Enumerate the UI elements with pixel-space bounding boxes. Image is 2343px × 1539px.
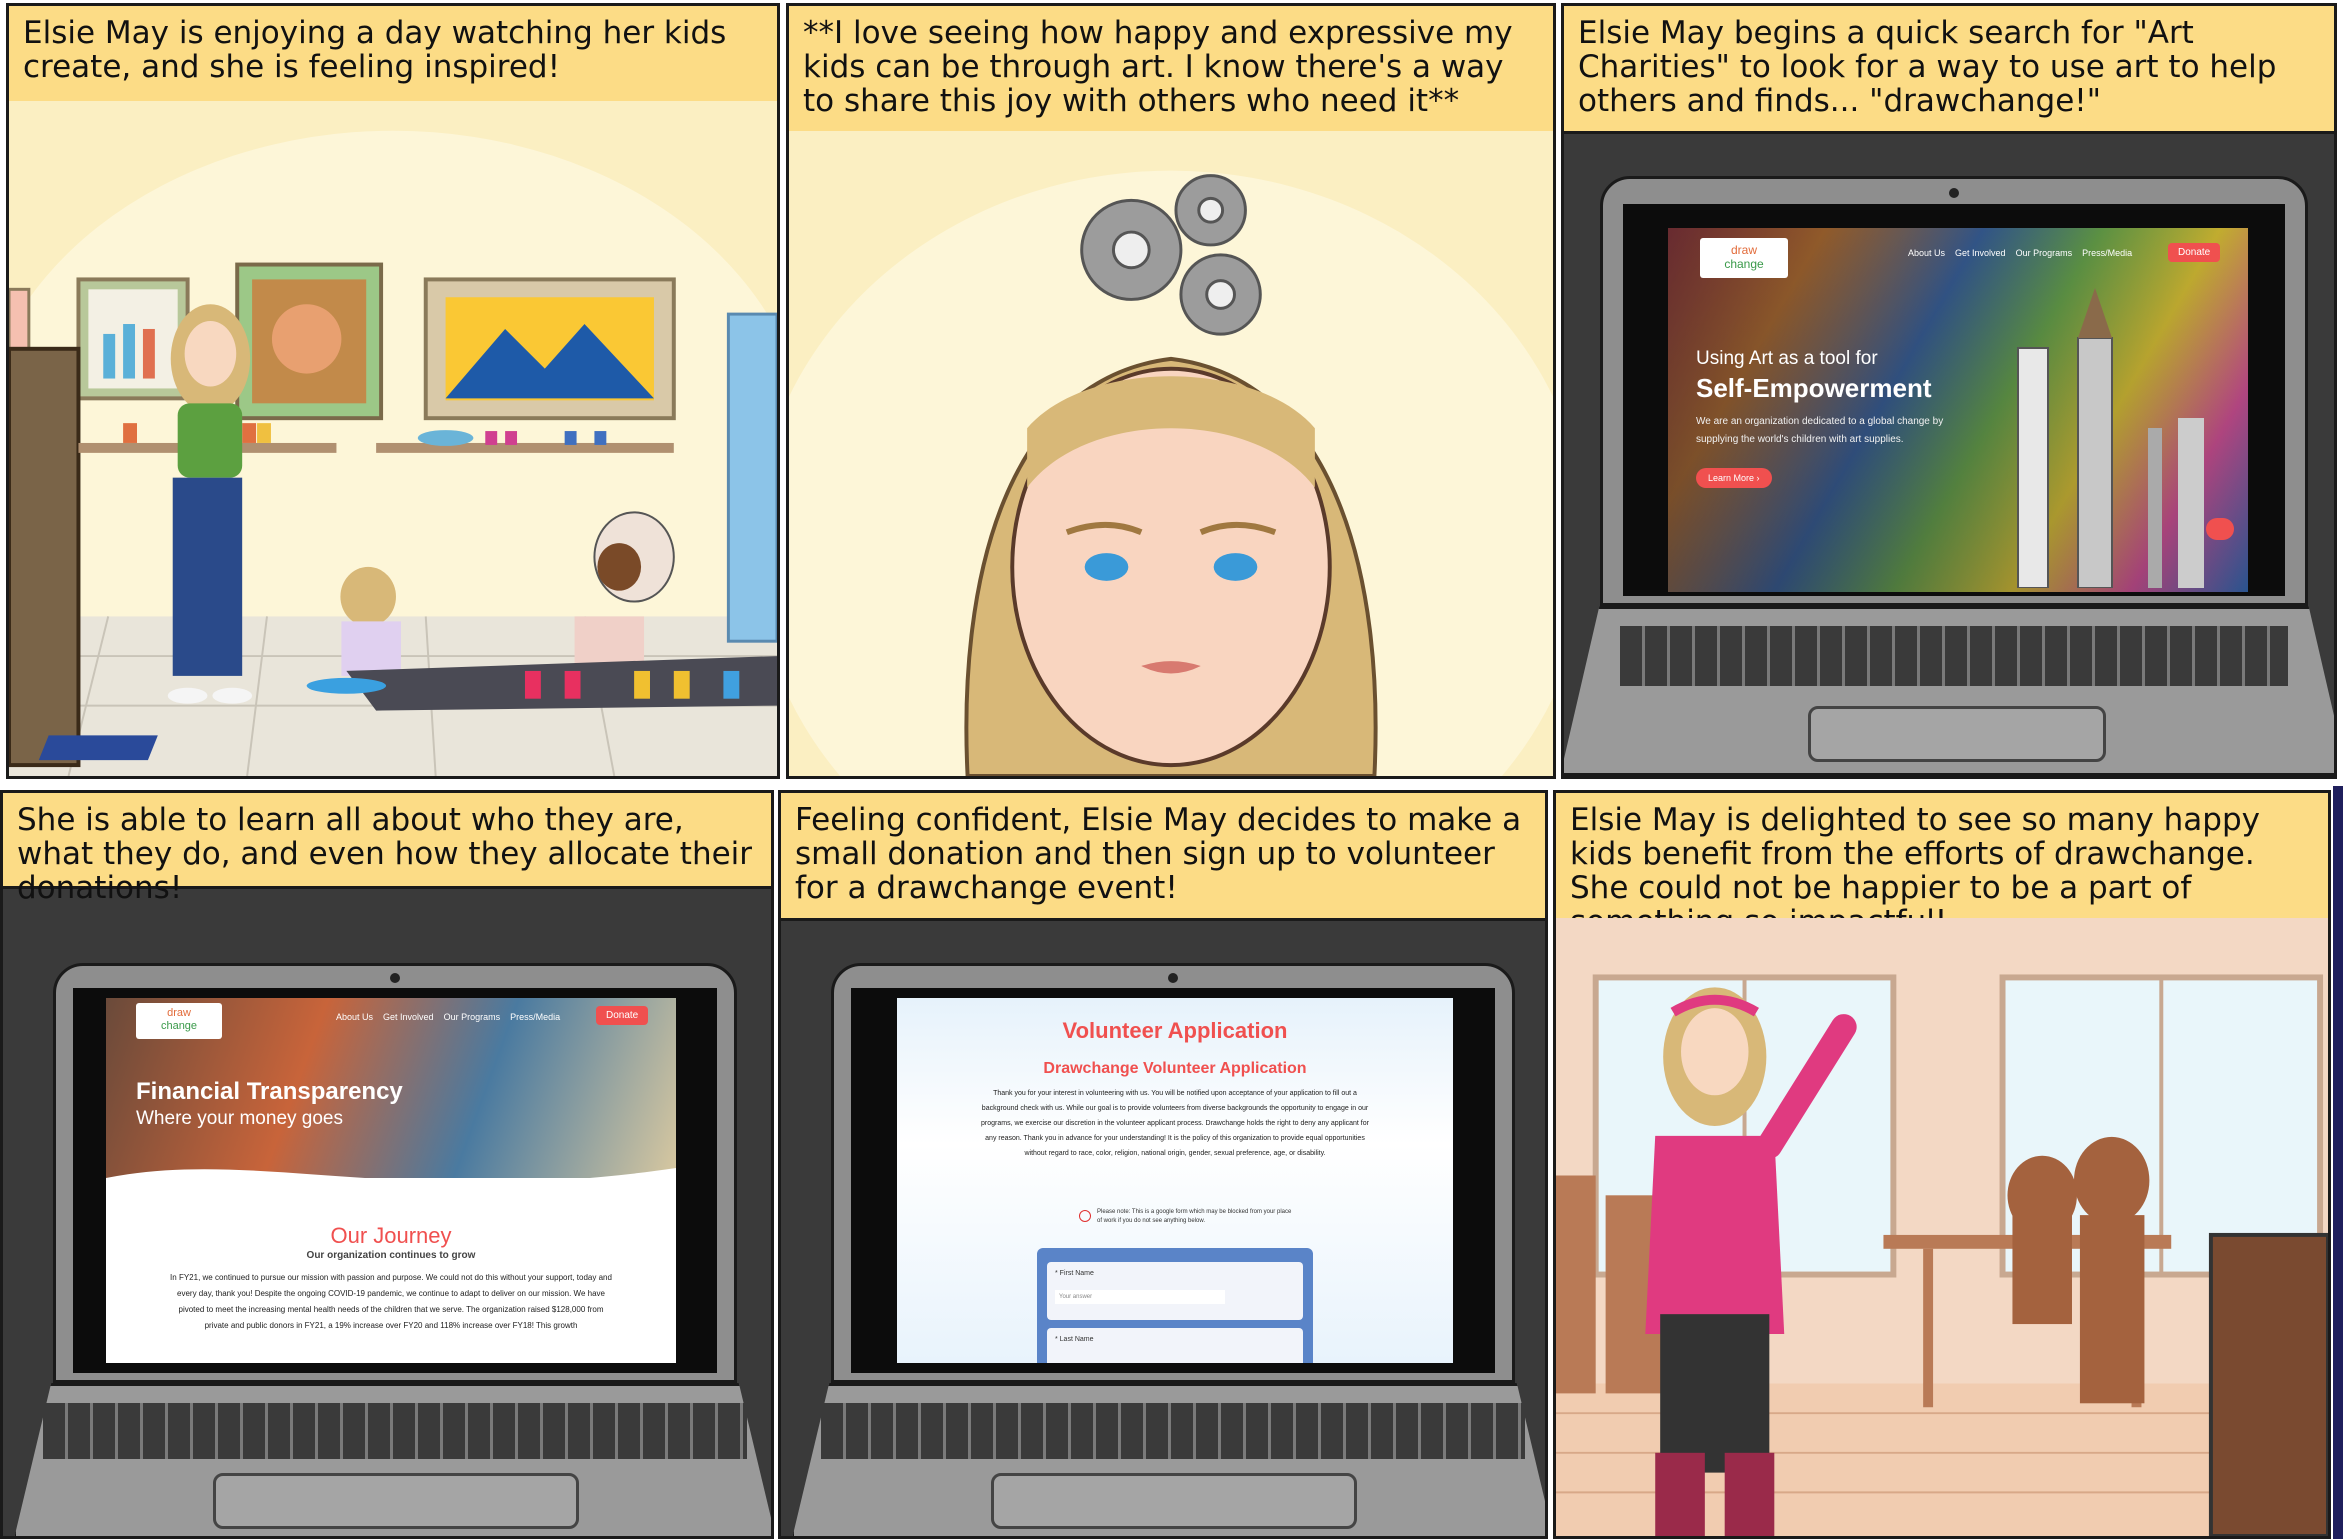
keyboard: [43, 1403, 747, 1459]
nav-about-us[interactable]: About Us: [336, 1012, 373, 1022]
trackpad: [991, 1473, 1357, 1529]
section-title: Our Journey: [330, 1223, 452, 1248]
donate-button[interactable]: Donate: [2168, 243, 2221, 262]
first-name-label: * First Name: [1055, 1270, 1094, 1277]
nav-about-us[interactable]: About Us: [1908, 248, 1945, 258]
keyboard: [1620, 626, 2288, 686]
classroom-scene: [9, 101, 777, 776]
nav-press-media[interactable]: Press/Media: [510, 1012, 560, 1022]
journey-paragraph: In FY21, we continued to pursue our miss…: [170, 1273, 612, 1330]
laptop: draw change About Us Get Involved Our Pr…: [13, 963, 771, 1536]
nav-get-involved[interactable]: Get Involved: [383, 1012, 434, 1022]
nav-our-programs[interactable]: Our Programs: [444, 1012, 501, 1022]
hero-line-2: Self-Empowerment: [1696, 373, 1932, 403]
trackpad: [213, 1473, 579, 1529]
classroom-pointing-scene: [1556, 918, 2328, 1536]
comic-panel-5: Feeling confident, Elsie May decides to …: [778, 790, 1548, 1539]
website-screen: draw change About Us Get Involved Our Pr…: [1668, 228, 2248, 592]
panel-caption: Feeling confident, Elsie May decides to …: [781, 793, 1545, 921]
volunteer-paragraph: Thank you for your interest in volunteer…: [981, 1090, 1369, 1157]
volunteer-title: Volunteer Application: [1062, 1018, 1288, 1043]
laptop: Volunteer Application Drawchange Volunte…: [791, 963, 1545, 1536]
panel-caption: Elsie May begins a quick search for "Art…: [1564, 6, 2334, 134]
panel-caption: **I love seeing how happy and expressive…: [789, 6, 1553, 134]
first-name-input[interactable]: Your answer: [1055, 1290, 1225, 1304]
webcam-icon: [1949, 188, 1959, 198]
site-nav: About Us Get Involved Our Programs Press…: [336, 1012, 560, 1022]
google-form: * First Name Your answer * Last Name: [1037, 1248, 1313, 1363]
nav-our-programs[interactable]: Our Programs: [2016, 248, 2073, 258]
trackpad: [1808, 706, 2106, 762]
nav-press-media[interactable]: Press/Media: [2082, 248, 2132, 258]
website-screen: Volunteer Application Drawchange Volunte…: [897, 998, 1453, 1363]
comic-panel-6: Elsie May is delighted to see so many ha…: [1553, 790, 2331, 1539]
hero-body: We are an organization dedicated to a gl…: [1696, 416, 1944, 445]
keyboard: [821, 1403, 1525, 1459]
nav-get-involved[interactable]: Get Involved: [1955, 248, 2006, 258]
volunteer-subtitle: Drawchange Volunteer Application: [1043, 1060, 1307, 1077]
page-edge-bar: [2333, 786, 2343, 1539]
panel-caption: She is able to learn all about who they …: [3, 793, 771, 905]
comic-panel-2: **I love seeing how happy and expressive…: [786, 3, 1556, 779]
finance-title: Financial Transparency: [136, 1078, 403, 1105]
paintbrushes-image: [2017, 288, 2204, 588]
last-name-label: * Last Name: [1055, 1336, 1094, 1343]
form-note: Please note: This is a google form which…: [1097, 1209, 1292, 1224]
comic-panel-3: Elsie May begins a quick search for "Art…: [1561, 3, 2337, 779]
finance-subtitle: Where your money goes: [136, 1108, 343, 1129]
panel-caption: Elsie May is delighted to see so many ha…: [1556, 793, 2328, 939]
logo-text-change: change: [1724, 257, 1764, 271]
comic-panel-4: She is able to learn all about who they …: [0, 790, 774, 1539]
learn-more-button[interactable]: Learn More ›: [1696, 468, 1772, 488]
webcam-icon: [1168, 973, 1178, 983]
website-screen: draw change About Us Get Involved Our Pr…: [106, 998, 676, 1363]
thinking-closeup: [789, 131, 1553, 776]
webcam-icon: [390, 973, 400, 983]
laptop: draw change About Us Get Involved Our Pr…: [1564, 176, 2334, 776]
site-logo[interactable]: draw change: [1700, 238, 1788, 278]
logo-text-change: change: [160, 1020, 198, 1032]
alert-icon: [1079, 1210, 1091, 1222]
section-subtitle: Our organization continues to grow: [306, 1250, 476, 1261]
logo-text-draw: draw: [1730, 243, 1757, 257]
chat-icon[interactable]: [2206, 518, 2234, 540]
site-nav: About Us Get Involved Our Programs Press…: [1908, 248, 2132, 258]
comic-panel-1: Elsie May is enjoying a day watching her…: [6, 3, 780, 779]
panel-caption: Elsie May is enjoying a day watching her…: [9, 6, 777, 104]
site-logo[interactable]: draw change: [136, 1003, 222, 1039]
hero-line-1: Using Art as a tool for: [1696, 348, 1878, 369]
logo-text-draw: draw: [167, 1007, 191, 1019]
donate-button[interactable]: Donate: [596, 1006, 649, 1025]
